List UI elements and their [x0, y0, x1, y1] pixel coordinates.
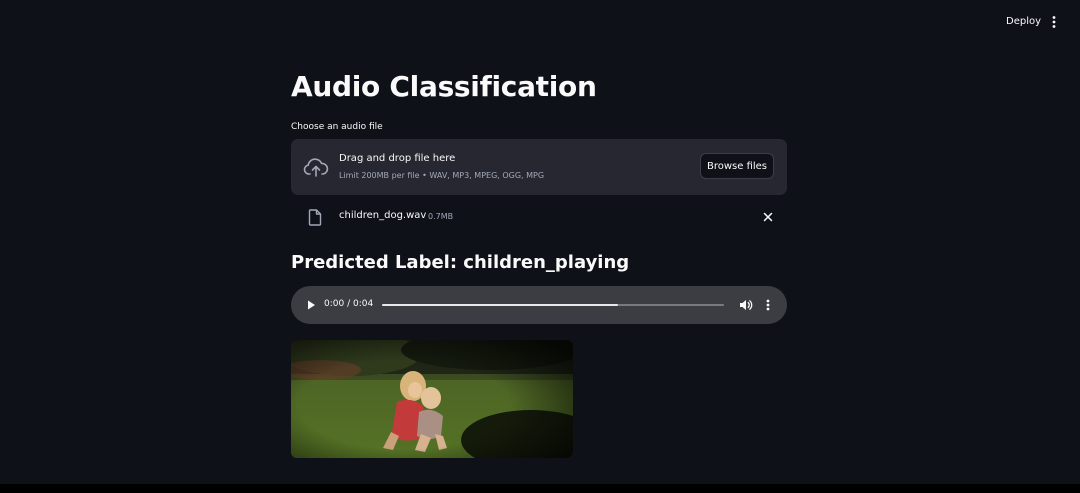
cloud-upload-icon: [303, 158, 329, 177]
deploy-button[interactable]: Deploy: [998, 12, 1049, 32]
dropzone-title: Drag and drop file here: [339, 153, 456, 164]
file-dropzone[interactable]: Drag and drop file here Limit 200MB per …: [291, 139, 787, 195]
browse-files-button[interactable]: Browse files: [700, 153, 774, 179]
more-options-icon[interactable]: [763, 297, 773, 313]
uploaded-file-row: children_dog.wav 0.7MB: [291, 204, 787, 230]
close-icon[interactable]: [761, 210, 775, 224]
main-menu-button[interactable]: [1046, 12, 1062, 32]
dropzone-subtitle: Limit 200MB per file • WAV, MP3, MPEG, O…: [339, 171, 545, 180]
top-bar: Deploy: [0, 0, 1080, 44]
uploader-label: Choose an audio file: [291, 122, 383, 132]
audio-player: 0:00 / 0:04: [291, 286, 787, 324]
predicted-label-heading: Predicted Label: children_playing: [291, 252, 630, 273]
result-image: [291, 340, 573, 458]
uploaded-file-size: 0.7MB: [428, 212, 454, 221]
bottom-strip: [0, 484, 1080, 493]
audio-progress-bar[interactable]: [382, 304, 724, 306]
audio-progress-fill: [382, 304, 618, 306]
children-playing-photo: [291, 340, 573, 458]
page-title: Audio Classification: [291, 70, 597, 103]
uploaded-file-name: children_dog.wav: [339, 210, 427, 221]
volume-icon[interactable]: [738, 297, 754, 313]
kebab-vertical-icon: [1052, 16, 1056, 28]
audio-time: 0:00 / 0:04: [324, 299, 374, 309]
file-icon: [308, 209, 322, 226]
play-icon[interactable]: [304, 298, 318, 312]
